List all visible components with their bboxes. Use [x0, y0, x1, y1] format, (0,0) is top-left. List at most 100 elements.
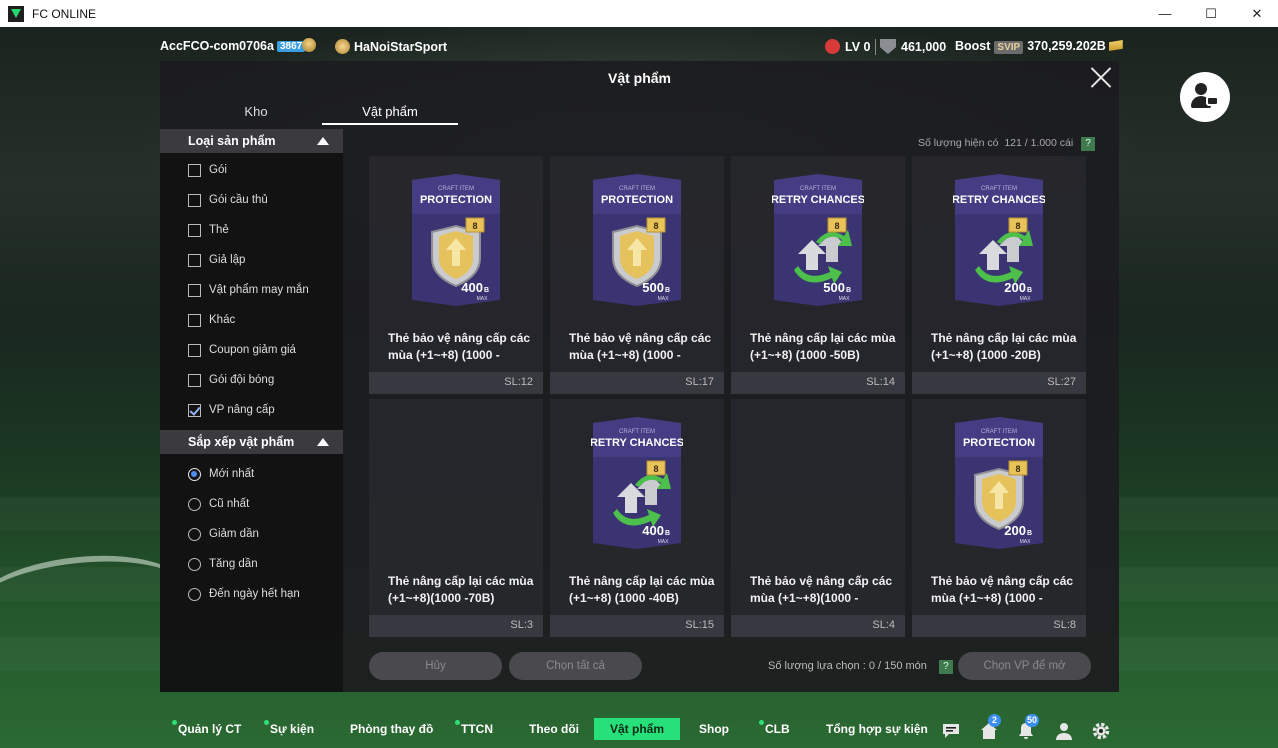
fc-coin-icon [880, 39, 896, 54]
filter-option[interactable]: Gói đội bóng [188, 371, 274, 389]
item-card[interactable]: Thẻ bảo vệ nâng cấp các mùa (+1~+8)(1000… [731, 399, 905, 637]
radio-button[interactable] [188, 587, 201, 601]
item-level: 8 [472, 221, 477, 231]
level-text: LV 0 [845, 40, 871, 54]
tab-vat-pham[interactable]: Vật phẩm [322, 101, 458, 125]
filter-option-label: Giả lập [209, 254, 246, 266]
item-unit: B [665, 530, 670, 537]
sort-option[interactable]: Tăng dần [188, 555, 258, 573]
nav-item-label: Phòng thay đồ [350, 722, 434, 736]
item-card[interactable]: CRAFT ITEM PROTECTION 8 500 B MAX Thẻ bảo vệ n… [550, 156, 724, 394]
select-all-button[interactable]: Chọn tất cả [509, 652, 642, 680]
item-name: Thẻ bảo vệ nâng cấp các mùa (+1~+8) (100… [931, 574, 1074, 605]
radio-button[interactable] [188, 557, 201, 571]
sort-header[interactable]: Sắp xếp vật phẩm [160, 430, 343, 454]
item-unit: B [665, 287, 670, 294]
item-name: Thẻ bảo vệ nâng cấp các mùa (+1~+8) (100… [569, 331, 712, 362]
notification-button[interactable]: 50 [1016, 714, 1040, 741]
cancel-button[interactable]: Hủy [369, 652, 502, 680]
item-name: Thẻ bảo vệ nâng cấp các mùa (+1~+8) (100… [388, 331, 531, 362]
item-card[interactable]: CRAFT ITEM RETRY CHANCES 8 500 B MAX Thẻ nâng … [731, 156, 905, 394]
nav-item[interactable]: TTCN [455, 718, 495, 740]
checkbox[interactable] [188, 253, 201, 267]
checkbox[interactable] [188, 193, 201, 207]
home-button[interactable]: 2 [979, 714, 1001, 741]
selection-count-text: Số lượng lựa chọn : 0 / 150 món [768, 660, 927, 672]
club-crest-icon [335, 39, 350, 54]
sort-option[interactable]: Mới nhất [188, 465, 254, 483]
item-card-footer: SL:14 [731, 372, 905, 394]
checkbox[interactable] [188, 313, 201, 327]
item-card[interactable]: CRAFT ITEM RETRY CHANCES 8 200 B MAX Thẻ nâng … [912, 156, 1086, 394]
sort-option[interactable]: Cũ nhất [188, 495, 249, 513]
radio-button[interactable] [188, 467, 201, 481]
shield-arrow-icon: CRAFT ITEM PROTECTION 8 400 B MAX [412, 174, 500, 306]
item-card-art: CRAFT ITEM PROTECTION 8 400 B MAX [410, 174, 502, 308]
tab-kho[interactable]: Kho [188, 101, 324, 125]
item-card-art: CRAFT ITEM RETRY CHANCES 8 200 B MAX [952, 174, 1046, 308]
product-type-header[interactable]: Loại sản phẩm [160, 129, 343, 153]
item-card[interactable]: CRAFT ITEM RETRY CHANCES 8 400 B MAX Thẻ nâng … [550, 399, 724, 637]
item-card[interactable]: CRAFT ITEM PROTECTION 8 200 B MAX Thẻ bảo vệ n… [912, 399, 1086, 637]
nav-item[interactable]: Sự kiện [264, 718, 316, 740]
nav-item[interactable]: Quản lý CT [172, 718, 243, 740]
filter-option[interactable]: Giả lập [188, 251, 245, 269]
bottom-nav: Quản lý CT Sự kiện Phòng thay đồ TTCN Theo d… [0, 712, 1278, 748]
account-info[interactable]: AccFCO-com0706a 3867 [160, 39, 306, 53]
help-icon[interactable]: ? [938, 660, 953, 674]
filter-option[interactable]: VP nâng cấp [188, 401, 275, 419]
filter-option-label: Gói [209, 164, 227, 176]
item-card-art: CRAFT ITEM RETRY CHANCES 8 400 B MAX [590, 417, 684, 551]
help-icon[interactable]: ? [1081, 137, 1096, 151]
item-kind: RETRY CHANCES [772, 194, 864, 206]
nav-item[interactable]: Phòng thay đồ [348, 718, 435, 740]
open-items-button[interactable]: Chọn VP để mở [958, 652, 1091, 680]
nav-item[interactable]: CLB [759, 718, 792, 740]
modal-header: Vật phẩm [160, 61, 1119, 95]
radio-button[interactable] [188, 527, 201, 541]
nav-item[interactable]: Vật phẩm [594, 718, 681, 740]
account-name: AccFCO-com0706a [160, 39, 274, 53]
close-icon[interactable] [1089, 66, 1113, 90]
filter-option[interactable]: Thẻ [188, 221, 229, 239]
item-card[interactable]: Thẻ nâng cấp lại các mùa (+1~+8)(1000 -7… [369, 399, 543, 637]
minimize-button[interactable]: — [1142, 0, 1188, 27]
club-info[interactable]: HaNoiStarSport [335, 39, 447, 54]
profile-icon[interactable] [1054, 721, 1074, 741]
maximize-button[interactable]: ☐ [1188, 0, 1234, 27]
checkbox[interactable] [188, 223, 201, 237]
filter-option[interactable]: Vật phẩm may mắn [188, 281, 309, 299]
nav-item[interactable]: Shop [697, 718, 731, 740]
filter-option[interactable]: Coupon giảm giá [188, 341, 296, 359]
filter-option-label: VP nâng cấp [209, 404, 275, 416]
item-level: 8 [1015, 221, 1020, 231]
checkbox[interactable] [188, 283, 201, 297]
checkbox[interactable] [188, 373, 201, 387]
sort-option[interactable]: Giảm dần [188, 525, 259, 543]
item-card-footer: SL:15 [550, 615, 724, 637]
checkbox[interactable] [188, 403, 201, 417]
filter-option-label: Coupon giảm giá [209, 344, 296, 356]
nav-item[interactable]: Tổng hợp sự kiện [824, 718, 930, 740]
nav-item[interactable]: Theo dõi [527, 718, 581, 740]
gear-icon[interactable] [1091, 721, 1111, 741]
radio-button[interactable] [188, 497, 201, 511]
item-name: Thẻ nâng cấp lại các mùa (+1~+8)(1000 -7… [388, 574, 534, 605]
chat-icon[interactable] [941, 721, 961, 741]
checkbox[interactable] [188, 343, 201, 357]
filter-option[interactable]: Gói [188, 161, 227, 179]
item-unit: B [1027, 530, 1032, 537]
close-window-button[interactable]: ✕ [1234, 0, 1278, 27]
friends-chat-button[interactable] [1180, 72, 1230, 122]
sort-option-label: Cũ nhất [209, 498, 250, 510]
item-level: 8 [653, 221, 658, 231]
sort-option[interactable]: Đến ngày hết hạn [188, 585, 300, 603]
item-card[interactable]: CRAFT ITEM PROTECTION 8 400 B MAX Thẻ bảo vệ n… [369, 156, 543, 394]
checkbox[interactable] [188, 163, 201, 177]
filter-option[interactable]: Gói cầu thủ [188, 191, 268, 209]
filter-option[interactable]: Khác [188, 311, 235, 329]
bp-amount: 370,259.202B [1027, 39, 1106, 53]
modal-tabs: Kho Vật phẩm [160, 101, 460, 125]
item-card-footer: SL:12 [369, 372, 543, 394]
nav-item-label: Shop [699, 722, 729, 736]
